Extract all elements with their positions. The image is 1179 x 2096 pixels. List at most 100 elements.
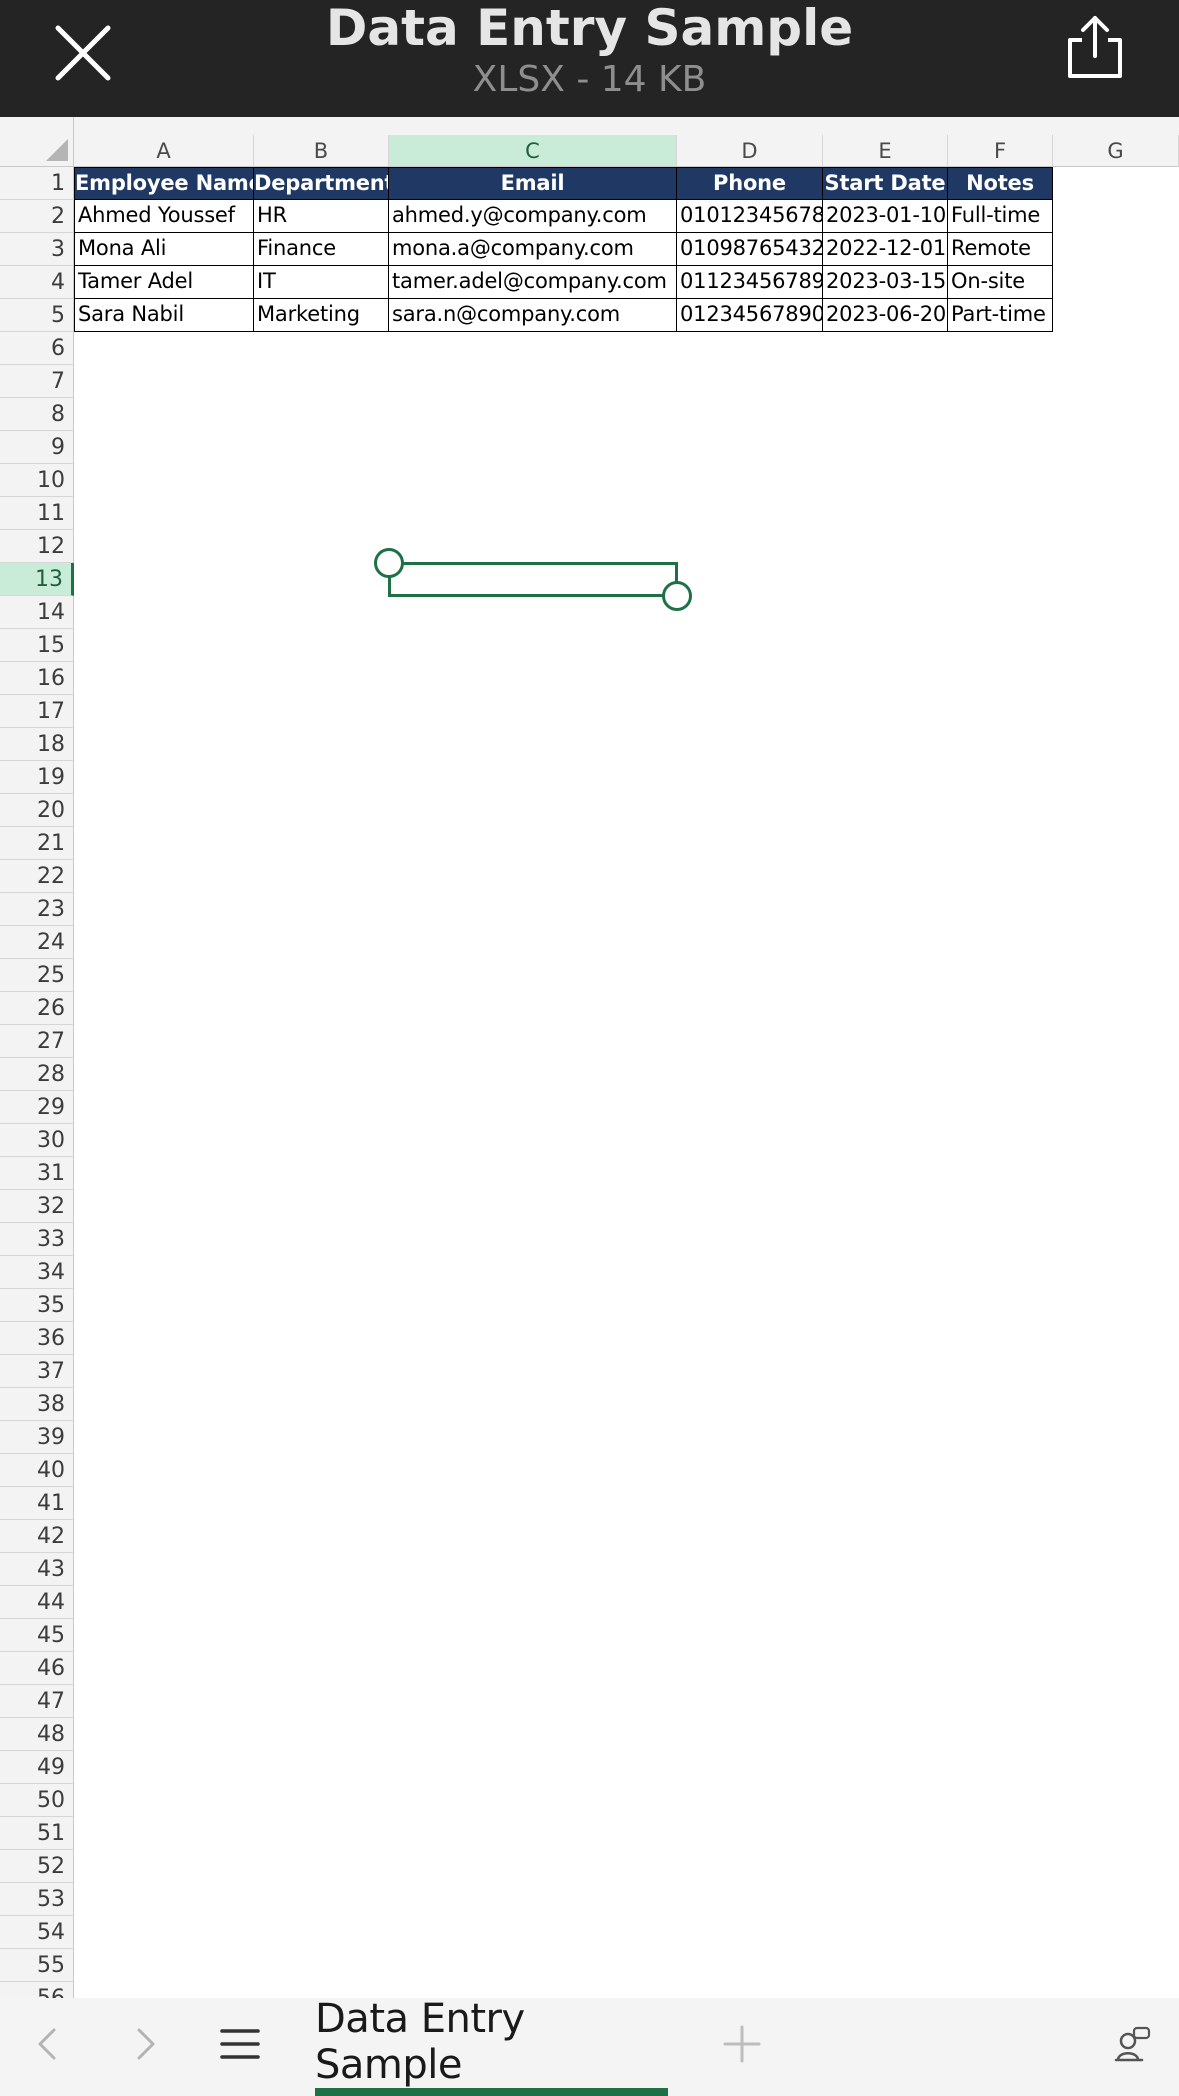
row-header-20[interactable]: 20: [0, 794, 74, 827]
table-header-cell[interactable]: Start Date: [823, 167, 948, 200]
cell-selection-box[interactable]: [388, 562, 678, 597]
row-header-1[interactable]: 1: [0, 167, 74, 200]
table-header-cell[interactable]: Department: [254, 167, 389, 200]
row-header-44[interactable]: 44: [0, 1586, 74, 1619]
table-cell[interactable]: IT: [254, 266, 389, 299]
row-header-17[interactable]: 17: [0, 695, 74, 728]
table-cell[interactable]: Part-time: [948, 299, 1053, 332]
row-header-52[interactable]: 52: [0, 1850, 74, 1883]
table-header-cell[interactable]: Phone: [677, 167, 823, 200]
next-sheet-button[interactable]: [125, 2022, 165, 2066]
table-cell[interactable]: HR: [254, 200, 389, 233]
column-header-b[interactable]: B: [254, 135, 389, 167]
row-header-9[interactable]: 9: [0, 431, 74, 464]
table-cell[interactable]: sara.n@company.com: [389, 299, 677, 332]
select-all-corner[interactable]: [0, 117, 74, 167]
row-header-25[interactable]: 25: [0, 959, 74, 992]
table-cell[interactable]: 01234567890: [677, 299, 823, 332]
row-header-4[interactable]: 4: [0, 266, 74, 299]
add-sheet-button[interactable]: [722, 2024, 762, 2064]
row-header-12[interactable]: 12: [0, 530, 74, 563]
row-header-46[interactable]: 46: [0, 1652, 74, 1685]
table-cell[interactable]: Marketing: [254, 299, 389, 332]
column-header-d[interactable]: D: [677, 135, 823, 167]
row-header-22[interactable]: 22: [0, 860, 74, 893]
row-header-3[interactable]: 3: [0, 233, 74, 266]
row-header-2[interactable]: 2: [0, 200, 74, 233]
row-header-56[interactable]: 56: [0, 1982, 74, 1998]
table-cell[interactable]: tamer.adel@company.com: [389, 266, 677, 299]
table-cell[interactable]: 01012345678: [677, 200, 823, 233]
share-button[interactable]: [1062, 14, 1128, 80]
table-cell[interactable]: On-site: [948, 266, 1053, 299]
row-header-53[interactable]: 53: [0, 1883, 74, 1916]
column-header-a[interactable]: A: [74, 135, 254, 167]
column-header-c[interactable]: C: [389, 135, 677, 167]
row-header-15[interactable]: 15: [0, 629, 74, 662]
table-cell[interactable]: mona.a@company.com: [389, 233, 677, 266]
row-header-49[interactable]: 49: [0, 1751, 74, 1784]
row-header-13[interactable]: 13: [0, 563, 74, 596]
row-header-6[interactable]: 6: [0, 332, 74, 365]
row-header-40[interactable]: 40: [0, 1454, 74, 1487]
row-header-51[interactable]: 51: [0, 1817, 74, 1850]
row-header-30[interactable]: 30: [0, 1124, 74, 1157]
row-header-50[interactable]: 50: [0, 1784, 74, 1817]
table-cell[interactable]: 01123456789: [677, 266, 823, 299]
row-header-31[interactable]: 31: [0, 1157, 74, 1190]
row-header-24[interactable]: 24: [0, 926, 74, 959]
table-cell[interactable]: Sara Nabil: [74, 299, 254, 332]
row-header-5[interactable]: 5: [0, 299, 74, 332]
row-header-42[interactable]: 42: [0, 1520, 74, 1553]
row-header-29[interactable]: 29: [0, 1091, 74, 1124]
previous-sheet-button[interactable]: [28, 2022, 68, 2066]
table-cell[interactable]: Finance: [254, 233, 389, 266]
column-header-e[interactable]: E: [823, 135, 948, 167]
row-header-8[interactable]: 8: [0, 398, 74, 431]
selection-handle-top-left[interactable]: [374, 548, 404, 578]
row-header-34[interactable]: 34: [0, 1256, 74, 1289]
table-cell[interactable]: Tamer Adel: [74, 266, 254, 299]
sheet-tab-active[interactable]: Data Entry Sample: [315, 1996, 668, 2088]
table-cell[interactable]: 2023-01-10: [823, 200, 948, 233]
row-header-41[interactable]: 41: [0, 1487, 74, 1520]
table-header-cell[interactable]: Notes: [948, 167, 1053, 200]
row-header-10[interactable]: 10: [0, 464, 74, 497]
row-header-36[interactable]: 36: [0, 1322, 74, 1355]
tips-button[interactable]: [1112, 2024, 1152, 2064]
row-header-27[interactable]: 27: [0, 1025, 74, 1058]
row-header-39[interactable]: 39: [0, 1421, 74, 1454]
row-header-48[interactable]: 48: [0, 1718, 74, 1751]
row-header-23[interactable]: 23: [0, 893, 74, 926]
table-cell[interactable]: 2022-12-01: [823, 233, 948, 266]
table-cell[interactable]: 2023-06-20: [823, 299, 948, 332]
row-header-16[interactable]: 16: [0, 662, 74, 695]
row-header-37[interactable]: 37: [0, 1355, 74, 1388]
row-header-26[interactable]: 26: [0, 992, 74, 1025]
table-cell[interactable]: Mona Ali: [74, 233, 254, 266]
row-header-28[interactable]: 28: [0, 1058, 74, 1091]
table-header-cell[interactable]: Employee Name: [74, 167, 254, 200]
spreadsheet-grid[interactable]: ABCDEFG 1 2 3 4 5 6 7 8 9 10 11 12 13 14 15 16 17 18 19 20 2…: [0, 117, 1179, 1998]
table-cell[interactable]: Full-time: [948, 200, 1053, 233]
table-cell[interactable]: Ahmed Youssef: [74, 200, 254, 233]
row-header-38[interactable]: 38: [0, 1388, 74, 1421]
row-header-43[interactable]: 43: [0, 1553, 74, 1586]
row-header-21[interactable]: 21: [0, 827, 74, 860]
row-header-11[interactable]: 11: [0, 497, 74, 530]
row-header-32[interactable]: 32: [0, 1190, 74, 1223]
row-header-55[interactable]: 55: [0, 1949, 74, 1982]
table-cell[interactable]: Remote: [948, 233, 1053, 266]
table-header-cell[interactable]: Email: [389, 167, 677, 200]
table-cell[interactable]: 01098765432: [677, 233, 823, 266]
row-header-54[interactable]: 54: [0, 1916, 74, 1949]
table-cell[interactable]: ahmed.y@company.com: [389, 200, 677, 233]
column-header-g[interactable]: G: [1053, 135, 1179, 167]
row-header-47[interactable]: 47: [0, 1685, 74, 1718]
row-header-35[interactable]: 35: [0, 1289, 74, 1322]
row-header-7[interactable]: 7: [0, 365, 74, 398]
row-header-45[interactable]: 45: [0, 1619, 74, 1652]
row-header-18[interactable]: 18: [0, 728, 74, 761]
row-header-14[interactable]: 14: [0, 596, 74, 629]
selection-handle-bottom-right[interactable]: [662, 581, 692, 611]
